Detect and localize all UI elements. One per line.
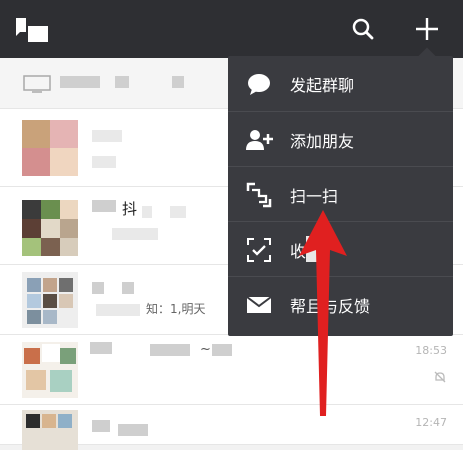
mail-icon <box>245 291 273 319</box>
chat-bubble-logo-icon <box>12 16 52 44</box>
avatar <box>22 342 78 398</box>
chat-preview: ~ <box>200 342 211 357</box>
add-person-icon <box>245 126 273 154</box>
desktop-icon <box>23 75 51 93</box>
money-scan-icon <box>245 236 273 264</box>
mute-bell-icon <box>434 371 446 383</box>
add-button[interactable] <box>410 12 444 46</box>
timestamp: 18:53 <box>415 344 447 357</box>
blurred-text <box>118 424 148 436</box>
chat-bubble-icon <box>245 70 273 98</box>
plus-icon <box>416 18 438 40</box>
blurred-text <box>122 282 134 294</box>
blurred-text <box>115 76 129 88</box>
menu-item-add-friend[interactable]: 添加朋友 <box>228 111 453 167</box>
menu-item-label: 添加朋友 <box>290 131 355 151</box>
blurred-text <box>172 76 184 88</box>
blurred-text <box>212 344 232 356</box>
blurred-text <box>170 206 186 218</box>
annotation-arrow-icon <box>299 210 347 416</box>
blurred-text <box>96 304 140 316</box>
menu-item-label: 发起群聊 <box>290 75 355 95</box>
list-item[interactable]: ~ 18:53 <box>0 334 463 405</box>
chat-preview: 知：1,明天 <box>146 302 206 316</box>
blurred-text <box>92 200 116 212</box>
menu-item-label: 扫一扫 <box>290 186 339 206</box>
blurred-text <box>112 228 158 240</box>
search-icon <box>352 18 374 40</box>
blurred-text <box>142 206 152 218</box>
blurred-text <box>92 130 122 142</box>
avatar <box>22 272 78 328</box>
list-item[interactable]: 12:47 <box>0 404 463 450</box>
timestamp: 12:47 <box>415 416 447 429</box>
blurred-text <box>92 282 104 294</box>
avatar <box>22 120 78 176</box>
avatar <box>22 410 78 450</box>
menu-item-group-chat[interactable]: 发起群聊 <box>228 56 453 111</box>
blurred-text <box>60 76 100 88</box>
chat-preview: 抖 <box>122 200 138 218</box>
blurred-text <box>150 344 190 356</box>
blurred-text <box>92 156 116 168</box>
blurred-text <box>90 342 112 354</box>
search-button[interactable] <box>346 12 380 46</box>
avatar <box>22 200 78 256</box>
blurred-text <box>92 420 110 432</box>
scan-icon <box>245 181 273 209</box>
top-bar <box>0 0 463 58</box>
